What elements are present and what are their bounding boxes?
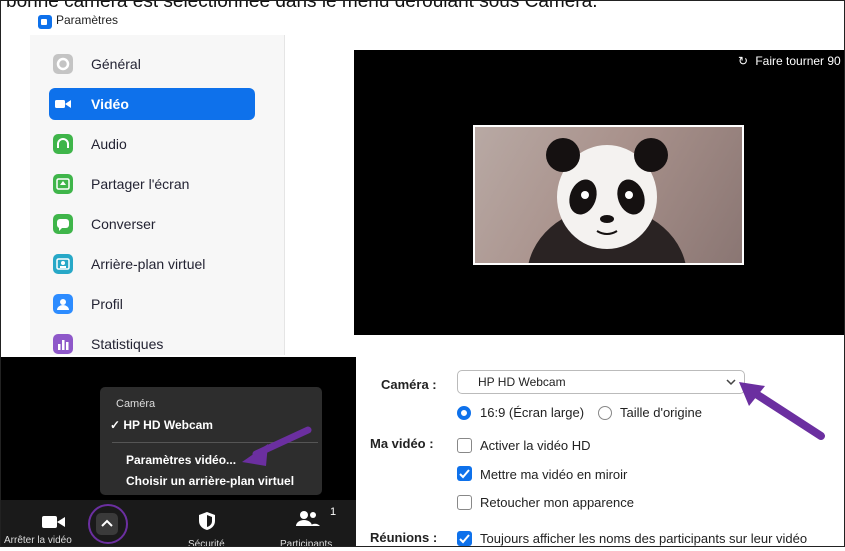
ratio-original-label: Taille d'origine bbox=[620, 405, 702, 420]
window-title: Paramètres bbox=[56, 13, 119, 27]
headphones-icon bbox=[53, 134, 73, 154]
hd-video-checkbox[interactable] bbox=[457, 438, 472, 453]
checkmark-icon bbox=[459, 534, 470, 544]
retouch-label: Retoucher mon apparence bbox=[480, 495, 634, 510]
my-video-label: Ma vidéo : bbox=[370, 436, 434, 451]
retouch-checkbox[interactable] bbox=[457, 495, 472, 510]
sidebar-item-label: Converser bbox=[91, 216, 156, 232]
show-names-label: Toujours afficher les noms des participa… bbox=[480, 531, 808, 546]
sidebar-item-label: Audio bbox=[91, 136, 127, 152]
meetings-label: Réunions : bbox=[370, 530, 438, 545]
camera-select-value: HP HD Webcam bbox=[478, 375, 566, 389]
chat-icon bbox=[53, 214, 73, 234]
ratio-169-label: 16:9 (Écran large) bbox=[480, 405, 585, 420]
security-label: Sécurité bbox=[188, 539, 225, 550]
participants-count: 1 bbox=[330, 506, 337, 518]
sidebar-item-label: Partager l'écran bbox=[91, 176, 190, 192]
stop-video-label: Arrêter la vidéo bbox=[4, 535, 72, 546]
participants-label: Participants bbox=[280, 539, 333, 550]
annotation-arrow-dropdown bbox=[739, 382, 825, 440]
participants-button[interactable]: 1 Participants bbox=[280, 506, 356, 550]
checkmark-icon: ✓ bbox=[110, 418, 124, 432]
popup-title: Caméra bbox=[116, 398, 156, 410]
ratio-original-radio[interactable] bbox=[598, 406, 612, 420]
sidebar-item-share-screen[interactable]: Partager l'écran bbox=[49, 168, 255, 200]
rotate-label: Faire tourner 90 bbox=[755, 54, 841, 68]
video-camera-icon bbox=[53, 94, 73, 114]
gear-icon bbox=[53, 54, 73, 74]
participants-icon bbox=[296, 511, 320, 526]
sidebar-item-label: Statistiques bbox=[91, 336, 164, 352]
video-camera-icon bbox=[42, 516, 65, 528]
rotate-button[interactable]: ↻ Faire tourner 90 bbox=[738, 54, 841, 74]
ratio-169-radio[interactable] bbox=[457, 406, 471, 420]
sidebar-item-video[interactable]: Vidéo bbox=[49, 88, 255, 120]
settings-sidebar: Général Vidéo Audio Partager l'écran Con… bbox=[30, 35, 285, 355]
rotate-icon: ↻ bbox=[738, 54, 749, 68]
popup-camera-label: HP HD Webcam bbox=[123, 418, 213, 432]
chevron-up-icon bbox=[96, 513, 118, 535]
camera-label: Caméra : bbox=[381, 377, 437, 392]
hd-video-label: Activer la vidéo HD bbox=[480, 438, 591, 453]
video-settings-menu-item[interactable]: Paramètres vidéo... bbox=[126, 453, 236, 467]
sidebar-item-label: Vidéo bbox=[91, 96, 129, 112]
panda-image bbox=[528, 138, 686, 263]
statistics-icon bbox=[53, 334, 73, 354]
virtual-background-icon bbox=[53, 254, 73, 274]
popup-camera-item[interactable]: ✓ HP HD Webcam bbox=[110, 418, 213, 432]
camera-feed bbox=[473, 125, 744, 265]
share-screen-icon bbox=[53, 174, 73, 194]
camera-select[interactable]: HP HD Webcam bbox=[457, 370, 745, 394]
mirror-video-checkbox[interactable] bbox=[457, 466, 472, 481]
show-names-checkbox[interactable] bbox=[457, 531, 472, 546]
sidebar-item-audio[interactable]: Audio bbox=[49, 128, 255, 160]
choose-background-menu-item[interactable]: Choisir un arrière-plan virtuel bbox=[126, 474, 294, 488]
sidebar-item-virtual-background[interactable]: Arrière-plan virtuel bbox=[49, 248, 255, 280]
sidebar-item-label: Arrière-plan virtuel bbox=[91, 256, 206, 272]
stop-video-button[interactable]: Arrêter la vidéo bbox=[0, 508, 80, 547]
sidebar-item-general[interactable]: Général bbox=[49, 48, 255, 80]
sidebar-item-label: Général bbox=[91, 56, 141, 72]
zoom-app-icon bbox=[38, 15, 52, 29]
profile-icon bbox=[53, 294, 73, 314]
sidebar-item-profile[interactable]: Profil bbox=[49, 288, 255, 320]
security-button[interactable]: Sécurité bbox=[184, 508, 244, 550]
video-options-button[interactable] bbox=[88, 504, 128, 544]
checkmark-icon bbox=[459, 469, 470, 479]
shield-icon bbox=[199, 512, 215, 530]
title-bar bbox=[30, 10, 845, 35]
sidebar-item-chat[interactable]: Converser bbox=[49, 208, 255, 240]
sidebar-item-statistics[interactable]: Statistiques bbox=[49, 328, 255, 360]
annotation-arrow-menu bbox=[242, 426, 312, 466]
sidebar-item-label: Profil bbox=[91, 296, 123, 312]
mirror-video-label: Mettre ma vidéo en miroir bbox=[480, 467, 628, 482]
